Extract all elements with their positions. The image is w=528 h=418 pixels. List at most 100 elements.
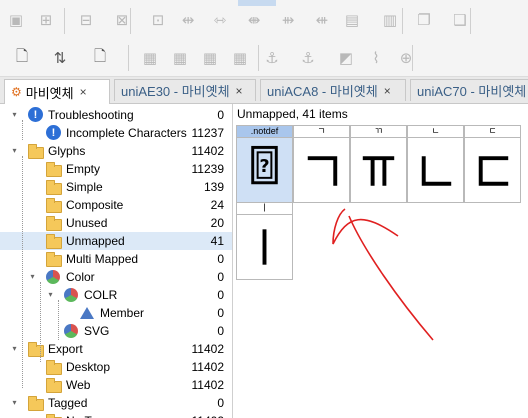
triangle-icon	[80, 307, 94, 319]
close-icon[interactable]: ×	[80, 85, 87, 99]
tree-item-label: Color	[66, 270, 95, 284]
tab-active[interactable]: ⚙ 마비옛체 ×	[4, 79, 110, 104]
component-icon[interactable]: ⊕	[396, 48, 416, 68]
expand-toggle-icon[interactable]: ▾	[10, 344, 19, 353]
clipboard2-icon[interactable]: ▥	[380, 10, 400, 30]
tree-item-no-tag[interactable]: No Tag 11402	[0, 412, 232, 418]
distribute2-icon[interactable]: ⇿	[210, 10, 230, 30]
toolbar-separator	[128, 45, 129, 71]
expand-toggle-icon[interactable]: ▾	[10, 110, 19, 119]
new-glyph-icon[interactable]: 🗋	[12, 48, 32, 68]
toolbar-separator	[412, 45, 413, 71]
tree-item-label: Incomplete Characters	[66, 126, 187, 140]
align4-icon[interactable]: ⊡	[148, 10, 168, 30]
tree-item-count: 0	[217, 270, 224, 284]
grid-icon[interactable]: ▦	[140, 48, 160, 68]
tree-guide-line	[58, 300, 59, 340]
tree-item-count: 41	[210, 234, 224, 248]
expand-toggle-icon[interactable]: ▾	[10, 146, 19, 155]
toolbar-top: ▣ ⊞ ⊟ ⊠ ⊡ ⇹ ⇿ ⇼ ⇻ ⇺ ▤ ▥ ❐ ❑	[0, 0, 528, 41]
distribute5-icon[interactable]: ⇺	[312, 10, 332, 30]
tree-item-simple[interactable]: Simple 139	[0, 178, 232, 196]
folder-icon	[46, 162, 62, 177]
distribute3-icon[interactable]: ⇼	[244, 10, 264, 30]
tree-item-label: Desktop	[66, 360, 111, 374]
tree-item-count: 0	[217, 324, 224, 338]
anchor2-icon[interactable]: ⚓	[298, 48, 318, 68]
toolbar-highlight	[238, 0, 276, 6]
clipboard-icon[interactable]: ▤	[342, 10, 362, 30]
tree-item-label: Unmapped	[66, 234, 125, 248]
tree-item-label: SVG	[84, 324, 110, 338]
tab-label: uniAC70 - 마비옛체	[417, 84, 527, 99]
tree-item-label: Empty	[66, 162, 101, 176]
tree-item-label: Export	[48, 342, 83, 356]
tab-2[interactable]: uniACA8 - 마비옛체 ×	[260, 79, 406, 101]
close-icon[interactable]: ×	[236, 84, 243, 98]
tree-item-label: Tagged	[48, 396, 88, 410]
align3-icon[interactable]: ⊠	[112, 10, 132, 30]
tree-item-label: COLR	[84, 288, 118, 302]
flip-icon[interactable]: ◩	[336, 48, 356, 68]
tree-item-count: 11402	[191, 342, 224, 356]
tree-item-colr[interactable]: ▾ COLR 0	[0, 286, 232, 304]
tree-item-unused[interactable]: Unused 20	[0, 214, 232, 232]
distribute4-icon[interactable]: ⇻	[278, 10, 298, 30]
grid2-icon[interactable]: ▦	[170, 48, 190, 68]
tree-item-count: 11402	[191, 360, 224, 374]
tree-item-label: Simple	[66, 180, 103, 194]
copy-icon[interactable]: ❐	[414, 10, 434, 30]
tree-item-troubleshooting[interactable]: ▾! Troubleshooting 0	[0, 106, 232, 124]
tree-item-multi-mapped[interactable]: Multi Mapped 0	[0, 250, 232, 268]
editor-tabs: ⚙ 마비옛체 × uniAE30 - 마비옛체 × uniACA8 - 마비옛체 × uniA…	[0, 77, 528, 104]
expand-toggle-icon[interactable]: ▾	[46, 290, 55, 299]
tree-item-export[interactable]: ▾ Export 11402	[0, 340, 232, 358]
toolbar-separator	[470, 8, 471, 34]
sort-icon[interactable]: ⇅	[50, 48, 70, 68]
gear-icon: ⚙	[11, 85, 22, 99]
expand-toggle-icon[interactable]: ▾	[28, 272, 37, 281]
toolbar-bottom: 🗋 ⇅ 🗋 ▦ ▦ ▦ ▦ ⚓ ⚓ ◩ ⌇ ⊕	[0, 40, 528, 77]
grid3-icon[interactable]: ▦	[200, 48, 220, 68]
tree-item-desktop[interactable]: Desktop 11402	[0, 358, 232, 376]
tree-item-count: 0	[217, 252, 224, 266]
tree-item-empty[interactable]: Empty 11239	[0, 160, 232, 178]
tree-item-count: 11402	[191, 144, 224, 158]
distribute-icon[interactable]: ⇹	[178, 10, 198, 30]
new-file-icon[interactable]: 🗋	[90, 48, 110, 68]
color-pie-icon	[64, 288, 78, 302]
tab-3[interactable]: uniAC70 - 마비옛체×	[410, 79, 528, 101]
tree-item-count: 11237	[191, 126, 224, 140]
paste-icon[interactable]: ▣	[6, 10, 26, 30]
tree-item-color[interactable]: ▾ Color 0	[0, 268, 232, 286]
tree-item-label: No Tag	[66, 414, 104, 418]
folder-icon	[46, 180, 62, 195]
red-annotation-arrow	[332, 208, 434, 341]
folder-icon	[46, 360, 62, 375]
tree-item-svg[interactable]: SVG 0	[0, 322, 232, 340]
tree-item-glyphs[interactable]: ▾ Glyphs 11402	[0, 142, 232, 160]
glyph-grid: Unmapped, 41 items .notdef? ㄱㄲㄴㄷㅣ	[233, 104, 528, 418]
tab-1[interactable]: uniAE30 - 마비옛체 ×	[114, 79, 256, 101]
tree-item-count: 11402	[192, 414, 224, 418]
tree-item-incomplete-characters[interactable]: ! Incomplete Characters 11237	[0, 124, 232, 142]
tab-label: uniAE30 - 마비옛체	[121, 84, 230, 99]
anchor-icon[interactable]: ⚓	[262, 48, 282, 68]
color-pie-icon	[64, 324, 78, 338]
tree-item-member[interactable]: Member 0	[0, 304, 232, 322]
expand-toggle-icon[interactable]: ▾	[10, 398, 19, 407]
paste2-icon[interactable]: ❑	[450, 10, 470, 30]
tree-guide-line	[40, 282, 41, 362]
tree-item-tagged[interactable]: ▾ Tagged 0	[0, 394, 232, 412]
align-icon[interactable]: ⊞	[36, 10, 56, 30]
tree-item-unmapped[interactable]: Unmapped 41	[0, 232, 232, 250]
tree-item-count: 11402	[191, 378, 224, 392]
grid4-icon[interactable]: ▦	[230, 48, 250, 68]
close-icon[interactable]: ×	[384, 84, 391, 98]
path-icon[interactable]: ⌇	[366, 48, 386, 68]
tree-item-web[interactable]: Web 11402	[0, 376, 232, 394]
tree-item-label: Glyphs	[48, 144, 86, 158]
tree-item-composite[interactable]: Composite 24	[0, 196, 232, 214]
folder-icon	[28, 342, 44, 357]
align2-icon[interactable]: ⊟	[76, 10, 96, 30]
